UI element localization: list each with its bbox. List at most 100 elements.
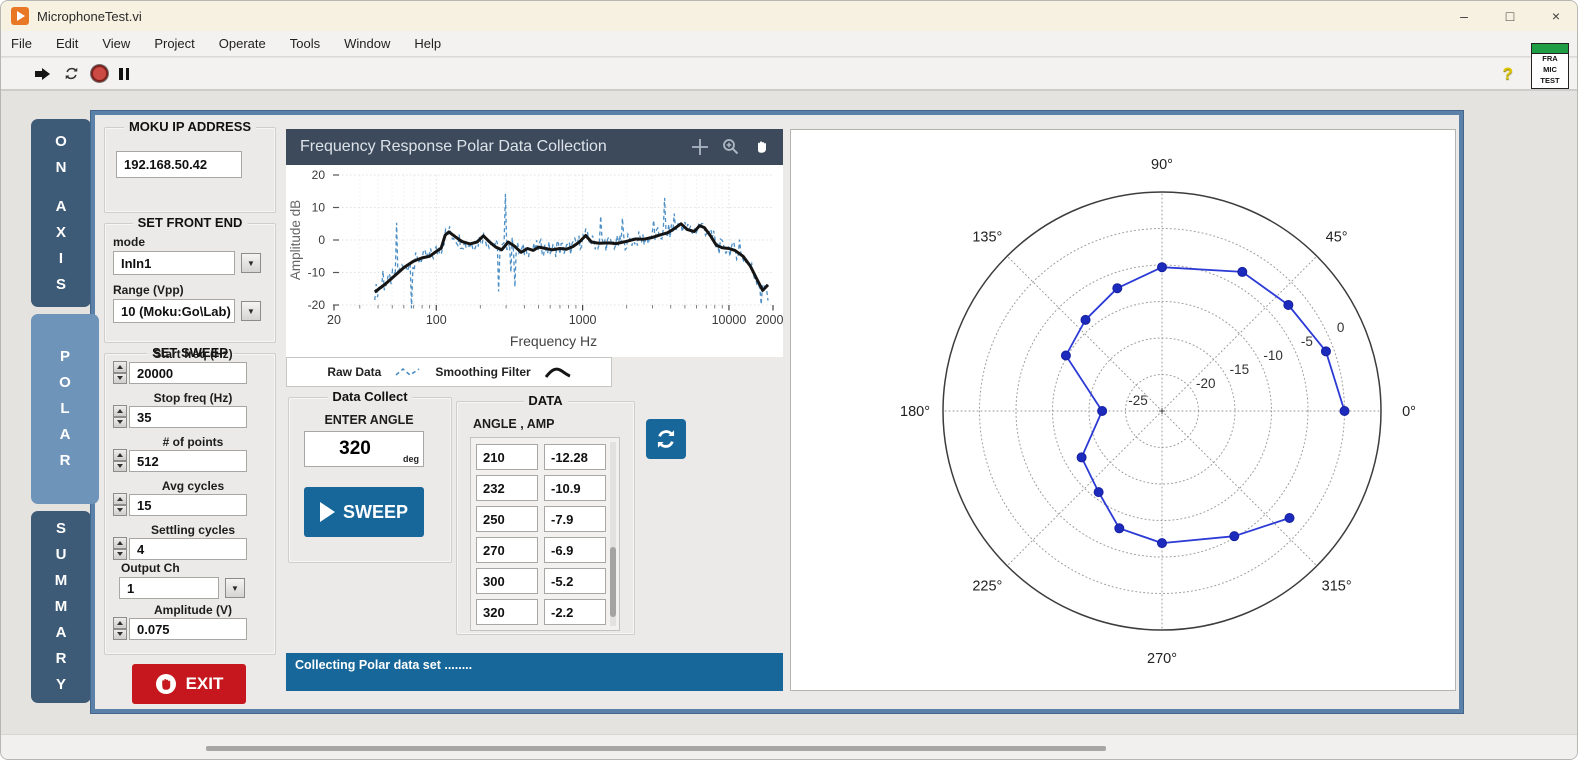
close-button[interactable]: × [1533,1,1578,31]
stop-freq-input[interactable]: 35 [129,406,247,428]
title-bar: MicrophoneTest.vi – □ × [1,1,1578,31]
settling-cycles-spinner[interactable] [113,537,127,560]
horizontal-scrollbar-thumb[interactable] [206,746,1106,751]
table-cell-amp[interactable]: -5.2 [544,568,606,594]
num-points-input[interactable]: 512 [129,450,247,472]
status-bar: Collecting Polar data set ........ [286,653,783,691]
play-icon [320,502,335,522]
moku-ip-input[interactable]: 192.168.50.42 [116,151,242,178]
menu-bar: File Edit View Project Operate Tools Win… [1,31,1578,57]
num-points-spinner[interactable] [113,449,127,472]
svg-text:-20: -20 [1196,376,1216,391]
menu-item-file[interactable]: File [11,36,32,51]
range-dropdown-button[interactable] [241,301,261,321]
svg-text:20: 20 [327,313,341,327]
table-cell-angle[interactable]: 232 [476,475,538,501]
angle-value: 320 [305,432,405,466]
sweep-button[interactable]: SWEEP [304,487,424,537]
sweep-button-label: SWEEP [343,502,408,523]
table-cell-angle[interactable]: 250 [476,506,538,532]
moku-ip-title: MOKU IP ADDRESS [124,119,256,134]
start-freq-input[interactable]: 20000 [129,362,247,384]
crosshair-tool-icon[interactable] [691,138,709,156]
tab-summary[interactable]: SUMMARY [31,511,91,703]
table-cell-angle[interactable]: 270 [476,537,538,563]
menu-item-edit[interactable]: Edit [56,36,78,51]
labview-logo-icon [11,7,29,25]
table-cell-amp[interactable]: -2.2 [544,599,606,625]
vi-badge-line: TEST [1532,76,1568,87]
menu-item-operate[interactable]: Operate [219,36,266,51]
start-freq-label: Start freq (Hz) [153,347,232,361]
table-cell-amp[interactable]: -12.28 [544,444,606,470]
table-cell-angle[interactable]: 210 [476,444,538,470]
menu-item-project[interactable]: Project [154,36,194,51]
svg-text:-10: -10 [308,266,326,280]
avg-cycles-spinner[interactable] [113,493,127,516]
exit-button[interactable]: EXIT [132,664,246,704]
output-ch-dropdown[interactable]: 1 [119,577,219,599]
svg-text:20: 20 [312,168,326,182]
svg-text:90°: 90° [1151,157,1173,173]
run-continuously-icon[interactable] [63,63,80,85]
enter-angle-input[interactable]: 320 deg [304,431,424,467]
pause-button-icon[interactable] [119,63,129,85]
menu-item-window[interactable]: Window [344,36,390,51]
settling-cycles-input[interactable]: 4 [129,538,247,560]
stop-freq-spinner[interactable] [113,405,127,428]
bode-plot: -20-10010202010010001000020000Amplitude … [286,165,783,357]
start-freq-spinner[interactable] [113,361,127,384]
svg-text:0: 0 [1337,320,1345,335]
svg-text:10: 10 [312,201,326,215]
amplitude-label: Amplitude (V) [154,603,232,617]
svg-text:135°: 135° [972,229,1002,245]
pan-hand-tool-icon[interactable] [753,138,771,156]
table-cell-angle[interactable]: 300 [476,568,538,594]
svg-text:Frequency Hz: Frequency Hz [510,333,597,349]
run-button-icon[interactable] [34,63,52,85]
zoom-tool-icon[interactable] [722,138,740,156]
toolbar [1,58,1578,91]
svg-text:270°: 270° [1147,651,1177,667]
svg-text:10000: 10000 [712,313,747,327]
avg-cycles-input[interactable]: 15 [129,494,247,516]
polar-plot-panel: 0°45°90°135°180°225°270°315°-25-20-15-10… [790,129,1456,691]
table-scrollbar-thumb[interactable] [610,547,616,617]
output-ch-dropdown-button[interactable] [225,578,245,598]
svg-text:0: 0 [318,233,325,247]
num-points-label: # of points [163,435,224,449]
svg-text:20000: 20000 [756,313,783,327]
exit-label: EXIT [186,674,224,694]
settling-cycles-label: Settling cycles [151,523,235,537]
menu-item-tools[interactable]: Tools [290,36,320,51]
svg-text:-5: -5 [1301,334,1313,349]
menu-item-help[interactable]: Help [414,36,441,51]
tab-on-axis[interactable]: ONAXIS [31,119,91,307]
bode-chart-header: Frequency Response Polar Data Collection [286,129,783,165]
smoothing-filter-line-swatch [545,366,571,379]
range-dropdown[interactable]: 10 (Moku:Go\Lab) [113,299,235,323]
maximize-button[interactable]: □ [1487,1,1533,31]
table-cell-amp[interactable]: -6.9 [544,537,606,563]
amplitude-input[interactable]: 0.075 [129,618,247,640]
refresh-button[interactable] [646,419,686,459]
enter-angle-label: ENTER ANGLE [324,413,413,427]
help-icon[interactable]: ? [1503,64,1513,84]
mode-dropdown-button[interactable] [241,253,261,273]
table-cell-angle[interactable]: 320 [476,599,538,625]
svg-text:-20: -20 [308,298,326,312]
labview-window: MicrophoneTest.vi – □ × File Edit View P… [0,0,1578,760]
minimize-button[interactable]: – [1441,1,1487,31]
status-text: Collecting Polar data set ........ [295,658,472,672]
svg-text:225°: 225° [972,579,1002,595]
mode-dropdown[interactable]: InIn1 [113,251,235,275]
amplitude-spinner[interactable] [113,617,127,640]
svg-text:-10: -10 [1263,348,1283,363]
table-scrollbar[interactable] [610,442,616,626]
table-cell-amp[interactable]: -10.9 [544,475,606,501]
tab-polar[interactable]: POLAR [31,314,99,504]
table-cell-amp[interactable]: -7.9 [544,506,606,532]
menu-item-view[interactable]: View [102,36,130,51]
angle-unit-label: deg [403,454,419,464]
abort-button-icon[interactable] [91,63,108,85]
